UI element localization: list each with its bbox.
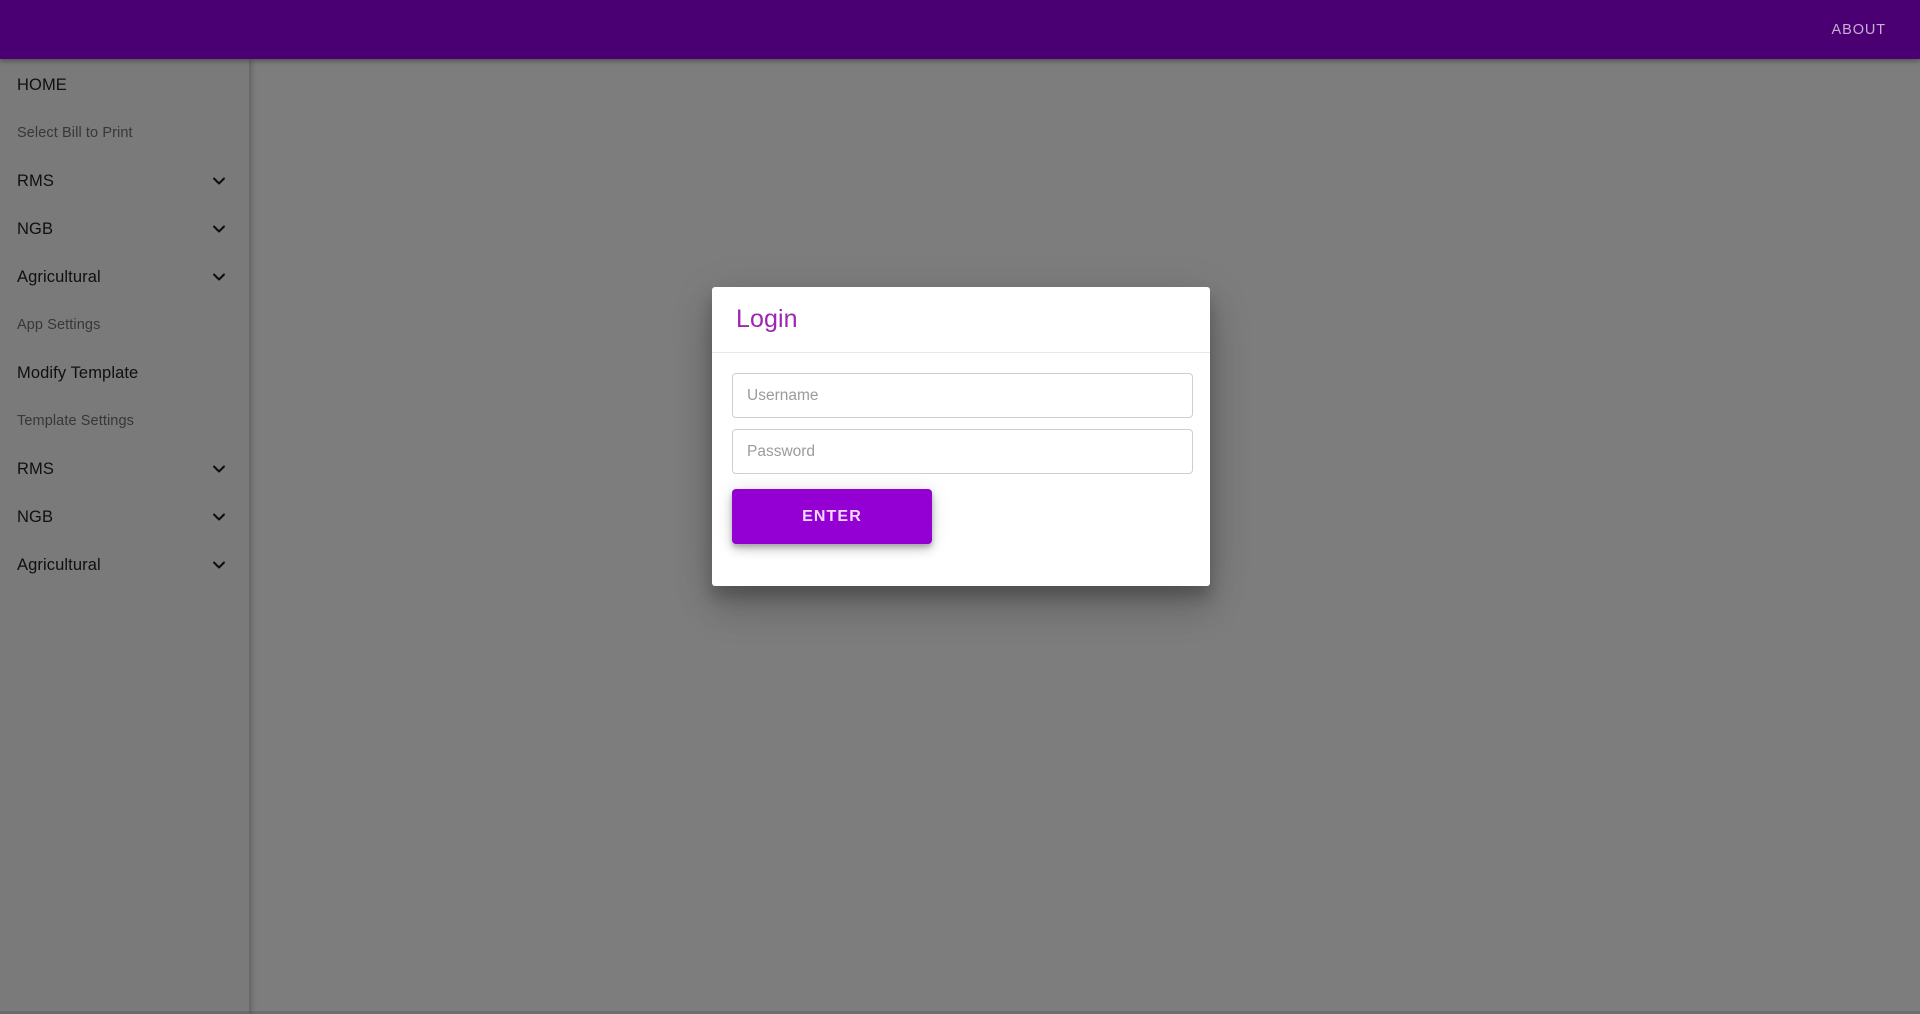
about-link[interactable]: ABOUT [1818, 14, 1908, 46]
enter-button[interactable]: ENTER [732, 489, 932, 544]
password-input[interactable] [732, 429, 1193, 474]
login-dialog-header: Login [712, 287, 1210, 353]
top-app-bar: ABOUT [0, 0, 1920, 59]
login-dialog: Login ENTER [712, 287, 1210, 586]
login-dialog-title: Login [736, 305, 798, 333]
username-input[interactable] [732, 373, 1193, 418]
app-root: ABOUT HOME Select Bill to Print RMS NGB … [0, 0, 1920, 1014]
login-dialog-body: ENTER [712, 353, 1210, 544]
